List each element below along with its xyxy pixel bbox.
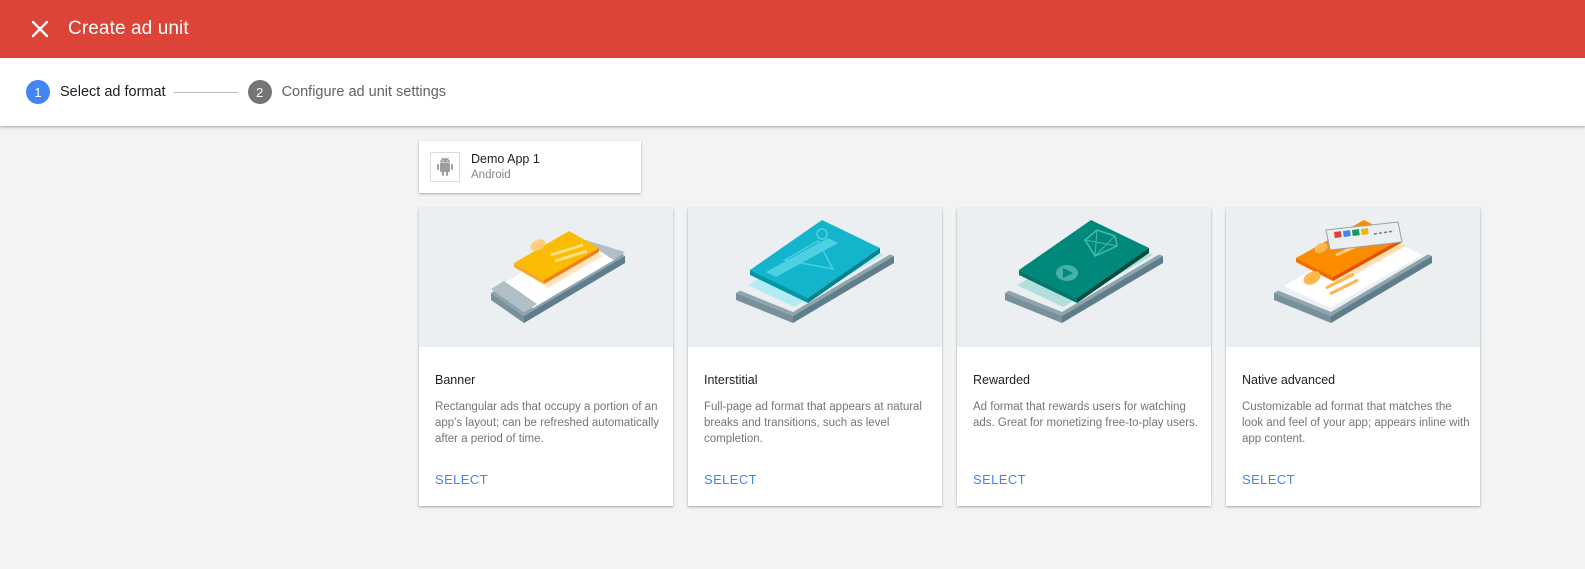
close-icon — [31, 20, 49, 38]
ad-format-card-rewarded[interactable]: Rewarded Ad format that rewards users fo… — [957, 208, 1211, 506]
phone-interstitial-illustration-icon — [736, 220, 894, 323]
step-label: Configure ad unit settings — [281, 84, 447, 100]
select-native-advanced-button[interactable]: SELECT — [1242, 472, 1295, 487]
phone-banner-illustration-icon — [491, 229, 625, 323]
top-app-bar: Create ad unit — [0, 0, 1585, 58]
card-description: Full-page ad format that appears at natu… — [704, 401, 922, 445]
card-description: Ad format that rewards users for watchin… — [973, 401, 1198, 429]
interstitial-illustration — [688, 208, 942, 347]
card-title: Banner — [435, 373, 476, 387]
app-icon — [430, 152, 460, 182]
card-description: Customizable ad format that matches the … — [1242, 401, 1470, 445]
ad-format-cards: Banner Rectangular ads that occupy a por… — [419, 208, 1480, 506]
ad-format-card-banner[interactable]: Banner Rectangular ads that occupy a por… — [419, 208, 673, 506]
rewarded-illustration — [957, 208, 1211, 347]
phone-rewarded-illustration-icon — [1005, 220, 1163, 323]
native-advanced-illustration — [1226, 208, 1480, 347]
step-select-ad-format[interactable]: 1 Select ad format — [26, 80, 166, 104]
step-connector — [173, 91, 238, 93]
card-title: Native advanced — [1242, 373, 1336, 387]
selected-app-chip: Demo App 1 Android — [419, 141, 641, 193]
android-icon — [437, 157, 453, 176]
page-title: Create ad unit — [68, 18, 189, 39]
ad-format-card-interstitial[interactable]: Interstitial Full-page ad format that ap… — [688, 208, 942, 506]
banner-illustration — [419, 208, 673, 347]
step-number-badge: 1 — [26, 80, 50, 104]
stepper: 1 Select ad format 2 Configure ad unit s… — [0, 58, 1585, 126]
phone-native-illustration-icon — [1274, 220, 1432, 323]
step-number-badge: 2 — [247, 80, 272, 104]
card-title: Interstitial — [704, 373, 758, 387]
app-name: Demo App 1 — [471, 152, 540, 166]
step-label: Select ad format — [60, 84, 166, 100]
card-title: Rewarded — [973, 373, 1030, 387]
select-rewarded-button[interactable]: SELECT — [973, 472, 1026, 487]
close-button[interactable] — [28, 17, 52, 41]
app-platform: Android — [471, 169, 511, 181]
select-interstitial-button[interactable]: SELECT — [704, 472, 757, 487]
select-banner-button[interactable]: SELECT — [435, 472, 488, 487]
step-configure-ad-unit-settings[interactable]: 2 Configure ad unit settings — [247, 80, 447, 104]
ad-format-card-native-advanced[interactable]: Native advanced Customizable ad format t… — [1226, 208, 1480, 506]
card-description: Rectangular ads that occupy a portion of… — [435, 401, 660, 445]
